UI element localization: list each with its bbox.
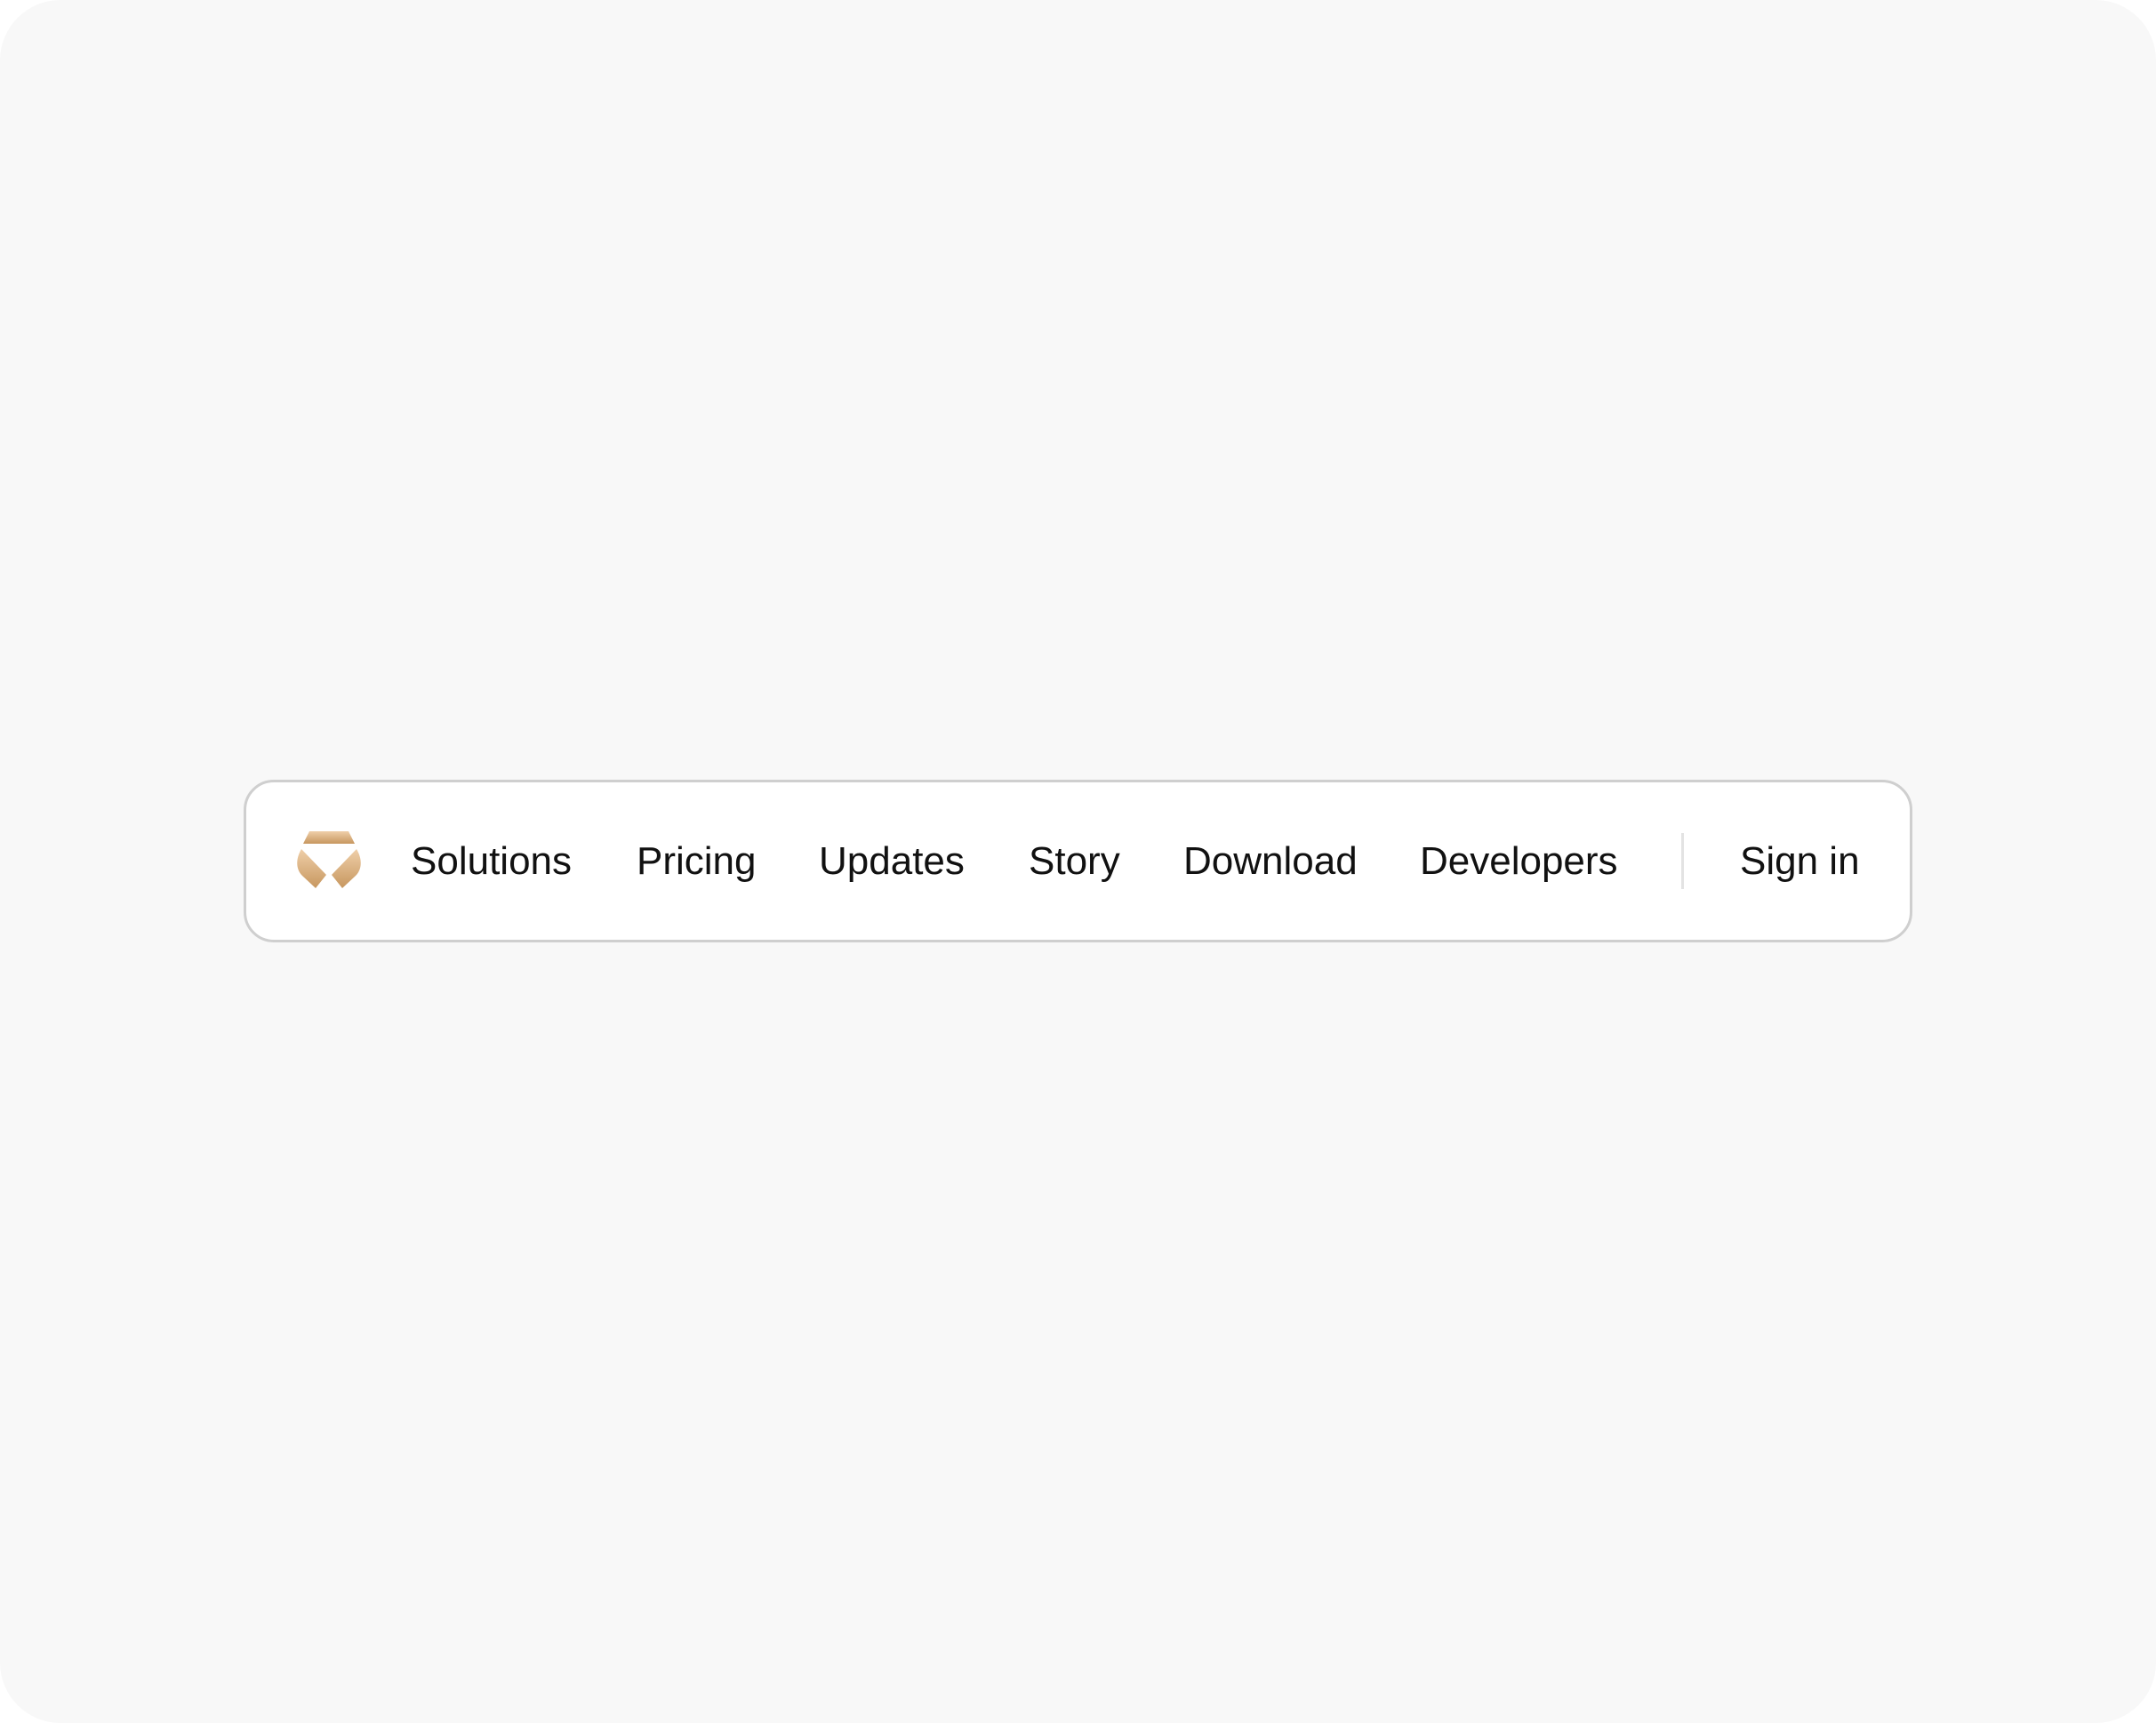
navbar-divider — [1681, 833, 1684, 889]
nav-link-solutions[interactable]: Solutions — [411, 782, 572, 940]
nav-link-story[interactable]: Story — [1029, 782, 1120, 940]
nav-link-updates[interactable]: Updates — [819, 782, 965, 940]
page-background: Solutions Pricing Updates Story Download… — [0, 0, 2156, 1723]
top-navbar: Solutions Pricing Updates Story Download… — [244, 780, 1912, 942]
nav-link-pricing[interactable]: Pricing — [637, 782, 757, 940]
sign-in-link[interactable]: Sign in — [1740, 782, 1860, 940]
nav-link-developers[interactable]: Developers — [1420, 782, 1618, 940]
brand-logo-icon[interactable] — [297, 831, 361, 891]
nav-link-download[interactable]: Download — [1183, 782, 1358, 940]
